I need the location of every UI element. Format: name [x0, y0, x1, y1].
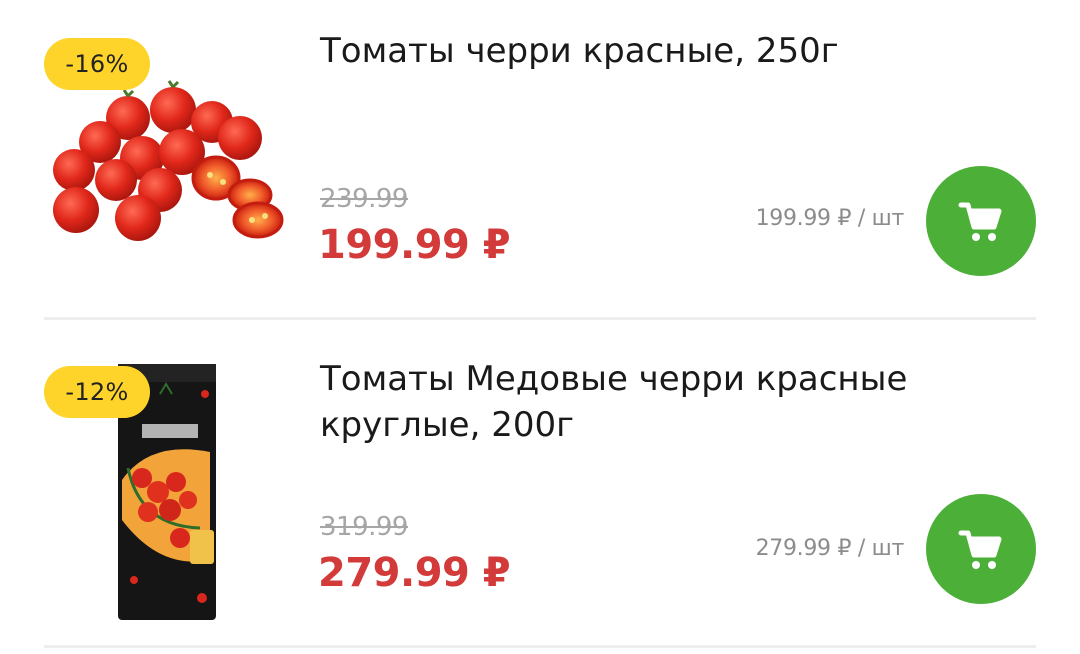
old-price: 239.99	[320, 184, 408, 214]
discount-badge: -12%	[44, 366, 150, 418]
product-card[interactable]: -16% Томаты черри красные, 250г 239.99 1…	[0, 0, 1080, 320]
divider	[44, 645, 1036, 648]
product-title[interactable]: Томаты Медовые черри красные круглые, 20…	[320, 356, 930, 448]
current-price: 199.99 ₽	[318, 222, 511, 268]
add-to-cart-button[interactable]	[926, 494, 1036, 604]
current-price: 279.99 ₽	[318, 550, 511, 596]
add-to-cart-button[interactable]	[926, 166, 1036, 276]
product-title[interactable]: Томаты черри красные, 250г	[320, 28, 930, 74]
cart-icon	[958, 530, 1002, 569]
unit-price: 279.99 ₽ / шт	[755, 536, 905, 561]
divider	[44, 317, 1036, 320]
old-price: 319.99	[320, 512, 408, 542]
product-list: -16% Томаты черри красные, 250г 239.99 1…	[0, 0, 1080, 654]
discount-badge: -16%	[44, 38, 150, 90]
unit-price: 199.99 ₽ / шт	[755, 206, 905, 231]
product-card[interactable]: -12% Томаты Медовые черри красные круглы…	[0, 330, 1080, 650]
cart-icon	[958, 202, 1002, 241]
